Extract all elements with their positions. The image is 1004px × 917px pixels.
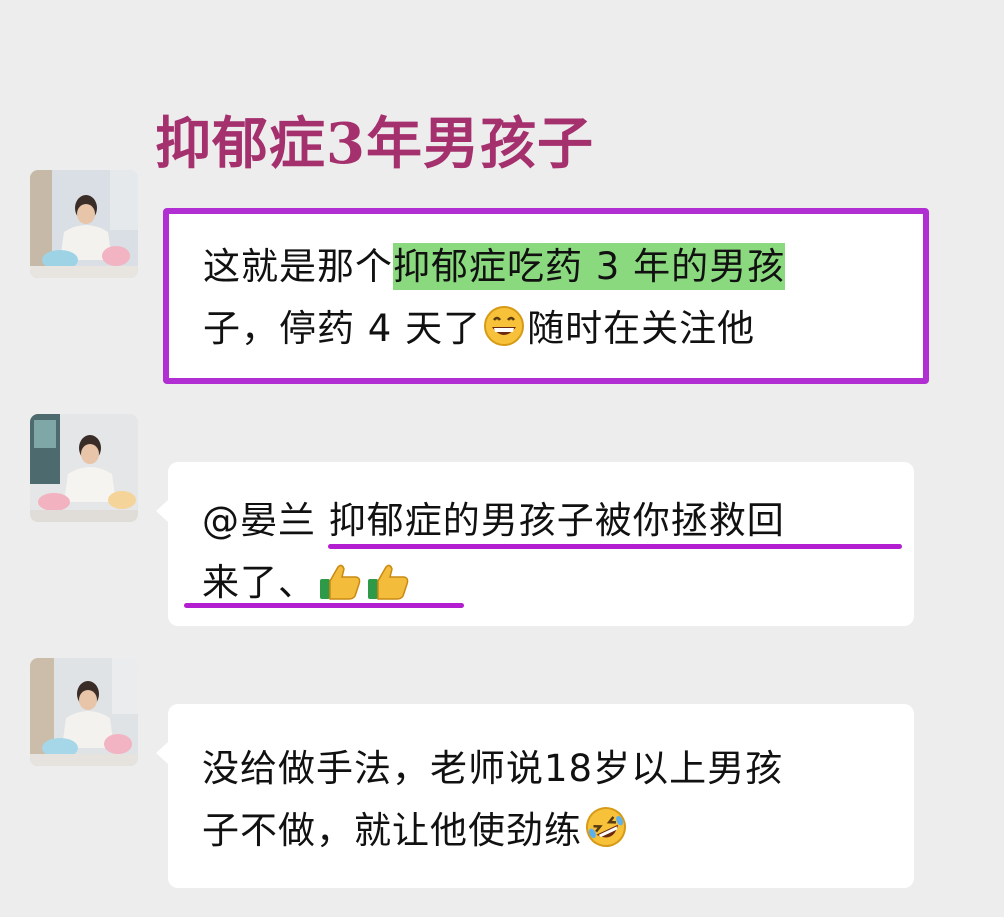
avatar-photo [30,170,138,278]
underline-mark [184,603,464,608]
grinning-face-icon [483,304,525,366]
message-text: @晏兰 抑郁症的男孩子被你拯救回 [202,499,785,542]
thumbs-up-icon [318,558,362,620]
rolling-on-floor-laughing-icon [584,805,628,868]
message-line: @晏兰 抑郁症的男孩子被你拯救回 [202,490,914,552]
avatar[interactable] [30,658,138,766]
avatar-photo [30,414,138,522]
page-title: 抑郁症3年男孩子 [155,111,594,177]
message-line: 子，停药 4 天了 随时在关注他 [203,298,923,366]
message-text: 随时在关注他 [527,307,756,350]
thumbs-up-icon [366,558,410,620]
message-bubble[interactable]: 这就是那个抑郁症吃药 3 年的男孩 子，停药 4 天了 随时在关注他 [163,208,929,384]
message-line: 这就是那个抑郁症吃药 3 年的男孩 [203,236,923,298]
message-text: 没给做手法，老师说18岁以上男孩 [202,747,784,790]
message-text: 这就是那个 [203,245,393,288]
avatar-photo [30,658,138,766]
avatar[interactable] [30,414,138,522]
message-text: 来了、 [202,561,316,604]
message-line: 子不做，就让他使劲练 [202,800,914,868]
message-text: 子不做，就让他使劲练 [202,809,582,852]
message-line: 没给做手法，老师说18岁以上男孩 [202,738,914,800]
message-bubble[interactable]: 没给做手法，老师说18岁以上男孩 子不做，就让他使劲练 [156,704,914,888]
message-text: 子，停药 4 天了 [203,307,482,350]
highlighted-text: 抑郁症吃药 3 年的男孩 [393,243,786,290]
message-line: 来了、 [202,552,914,620]
underline-mark [328,544,902,549]
avatar[interactable] [30,170,138,278]
